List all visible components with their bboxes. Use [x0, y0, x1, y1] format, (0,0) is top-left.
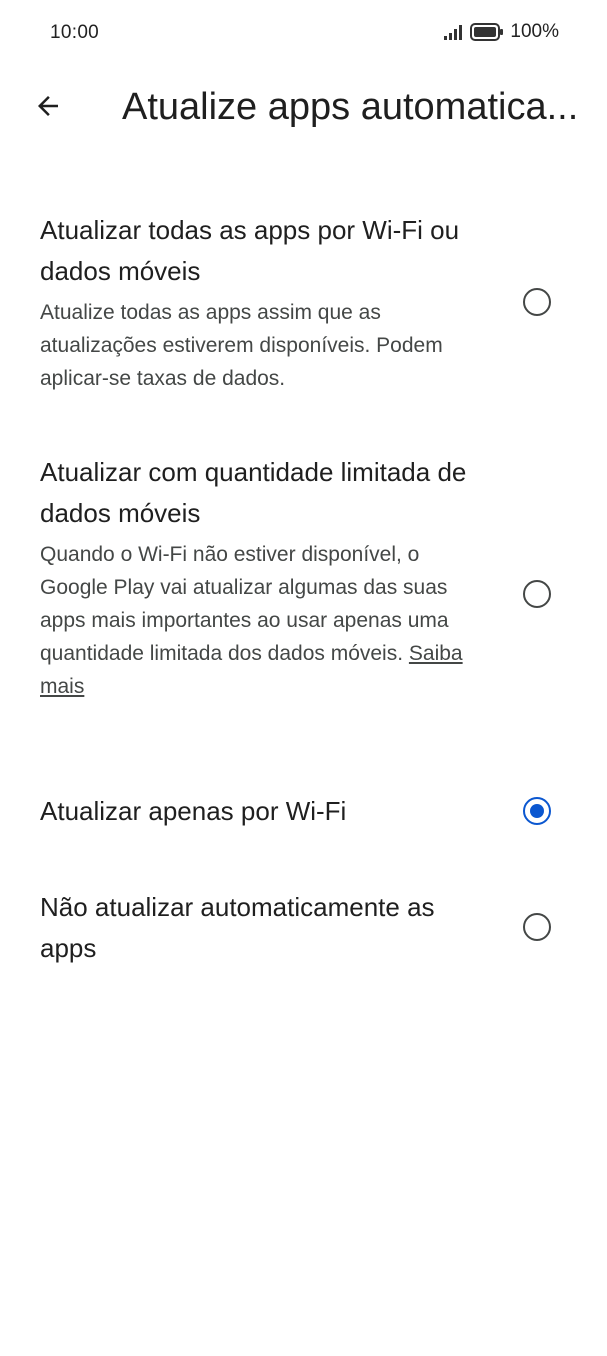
option-text: Atualizar com quantidade limitada de dad… — [40, 452, 470, 703]
option-title: Atualizar com quantidade limitada de dad… — [40, 457, 467, 528]
option-wifi-only[interactable]: Atualizar apenas por Wi-Fi — [0, 791, 607, 839]
status-indicators: 100% — [444, 21, 559, 43]
option-limited-mobile-data[interactable]: Atualizar com quantidade limitada de dad… — [0, 452, 607, 742]
option-text: Atualizar todas as apps por Wi-Fi ou dad… — [40, 210, 470, 395]
option-title: Atualizar apenas por Wi-Fi — [40, 796, 347, 826]
option-text: Não atualizar automaticamente as apps — [40, 887, 470, 969]
option-description: Atualize todas as apps assim que as atua… — [40, 301, 443, 390]
radio-button[interactable] — [523, 288, 551, 316]
radio-button[interactable] — [523, 913, 551, 941]
option-title: Atualizar todas as apps por Wi-Fi ou dad… — [40, 215, 460, 286]
option-do-not-auto-update[interactable]: Não atualizar automaticamente as apps — [0, 887, 607, 977]
option-description: Quando o Wi-Fi não estiver disponível, o… — [40, 538, 470, 703]
signal-icon — [444, 24, 464, 40]
option-wifi-or-mobile-data[interactable]: Atualizar todas as apps por Wi-Fi ou dad… — [0, 210, 607, 400]
option-text: Atualizar apenas por Wi-Fi — [40, 791, 470, 832]
battery-percentage: 100% — [510, 21, 559, 42]
radio-button[interactable] — [523, 580, 551, 608]
status-time: 10:00 — [50, 22, 100, 43]
status-bar: 10:00 100% — [0, 0, 607, 70]
radio-button-selected[interactable] — [523, 797, 551, 825]
page-title: Atualize apps automatica... — [122, 86, 579, 128]
option-description-text: Quando o Wi-Fi não estiver disponível, o… — [40, 543, 449, 665]
back-button[interactable] — [26, 86, 70, 130]
battery-icon — [470, 23, 504, 41]
option-title: Não atualizar automaticamente as apps — [40, 892, 435, 963]
app-bar: Atualize apps automatica... — [0, 70, 607, 144]
arrow-back-icon — [33, 91, 63, 126]
